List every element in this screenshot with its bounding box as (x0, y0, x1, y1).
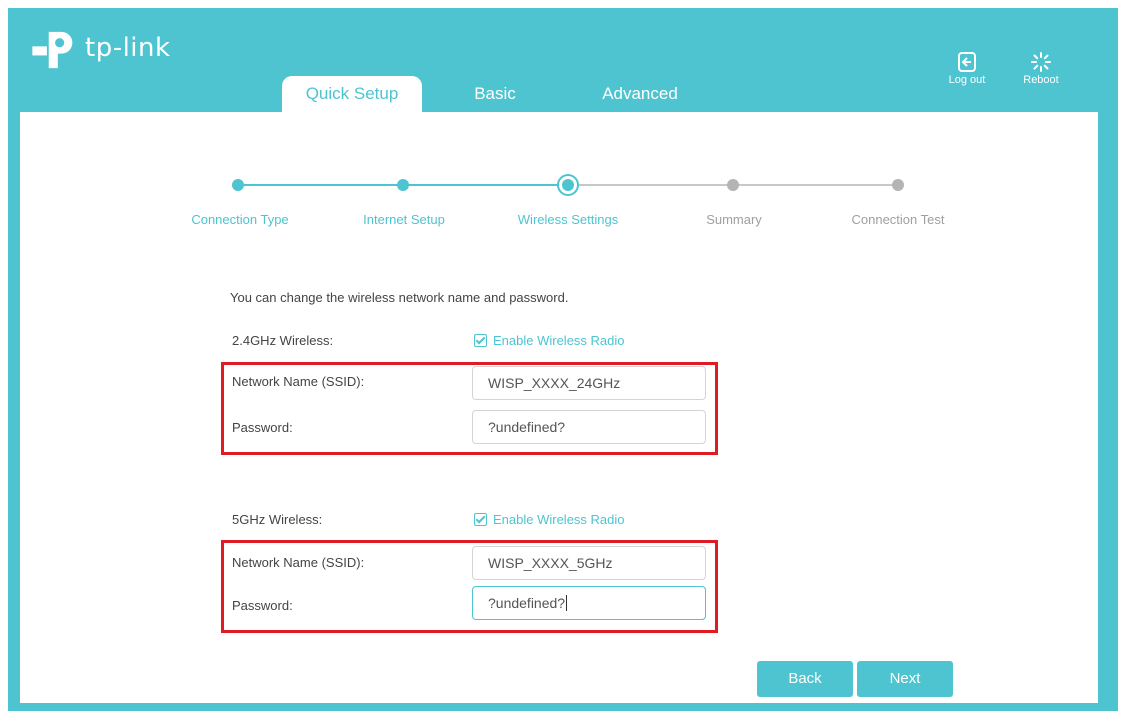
enable-radio-24-checkbox[interactable]: Enable Wireless Radio (474, 333, 625, 348)
password-5-input[interactable]: ?undefined? (472, 586, 706, 620)
checkbox-checked-icon (474, 513, 487, 526)
ssid-5-label: Network Name (SSID): (232, 555, 365, 570)
enable-radio-24-label: Enable Wireless Radio (493, 333, 625, 348)
tab-quick-setup[interactable]: Quick Setup (282, 76, 422, 112)
reboot-button[interactable]: Reboot (1016, 52, 1066, 86)
wireless-24-title: 2.4GHz Wireless: (232, 333, 334, 348)
password-24-label: Password: (232, 420, 293, 435)
logout-label: Log out (948, 74, 986, 86)
step-label-wireless-settings: Wireless Settings (517, 212, 619, 227)
intro-text: You can change the wireless network name… (230, 290, 569, 305)
password-5-label: Password: (232, 598, 293, 613)
logout-icon (958, 52, 976, 72)
ssid-24-label: Network Name (SSID): (232, 374, 365, 389)
step-dot-wireless-settings (562, 179, 574, 191)
step-label-summary: Summary (706, 212, 762, 227)
enable-radio-5-label: Enable Wireless Radio (493, 512, 625, 527)
back-button[interactable]: Back (757, 661, 853, 697)
ssid-5-input[interactable]: WISP_XXXX_5GHz (472, 546, 706, 580)
ssid-24-input[interactable]: WISP_XXXX_24GHz (472, 366, 706, 400)
step-dot-summary (727, 179, 739, 191)
brand-name: tp-link (85, 33, 171, 63)
next-button[interactable]: Next (857, 661, 953, 697)
step-label-connection-type: Connection Type (191, 212, 289, 227)
enable-radio-5-checkbox[interactable]: Enable Wireless Radio (474, 512, 625, 527)
logout-button[interactable]: Log out (942, 52, 992, 86)
step-dot-connection-test (892, 179, 904, 191)
text-caret (566, 595, 568, 611)
reboot-label: Reboot (1023, 74, 1059, 86)
tab-basic[interactable]: Basic (460, 76, 530, 112)
tp-link-logo-icon (32, 31, 73, 69)
password-24-input[interactable]: ?undefined? (472, 410, 706, 444)
reboot-icon (1031, 52, 1051, 72)
tab-advanced[interactable]: Advanced (590, 76, 690, 112)
step-label-internet-setup: Internet Setup (363, 212, 445, 227)
step-dot-connection-type (232, 179, 244, 191)
password-5-value: ?undefined? (488, 595, 566, 611)
step-dot-internet-setup (397, 179, 409, 191)
wireless-5-title: 5GHz Wireless: (232, 512, 323, 527)
checkbox-checked-icon (474, 334, 487, 347)
step-label-connection-test: Connection Test (851, 212, 945, 227)
